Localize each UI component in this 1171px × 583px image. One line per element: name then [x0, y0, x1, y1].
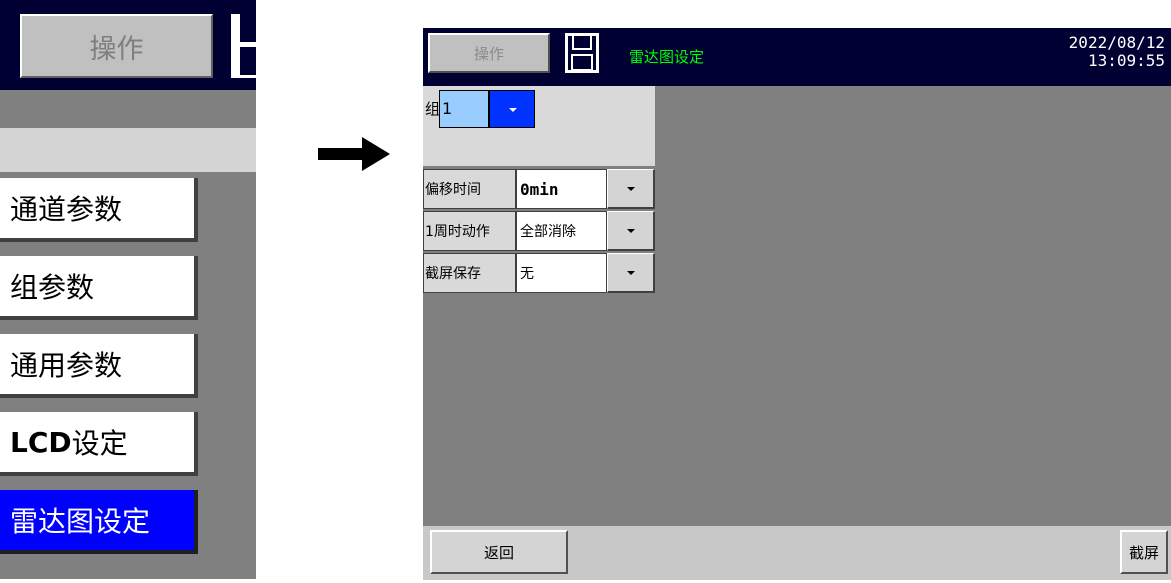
chevron-down-icon — [627, 229, 635, 233]
group-label: 组 — [425, 100, 441, 118]
offset-time-value[interactable]: 0min — [516, 169, 607, 209]
menu-label: 通道参数 — [10, 193, 123, 226]
time-text: 13:09:55 — [1087, 51, 1165, 70]
row-label: 1周时动作 — [423, 211, 516, 251]
zoomed-gray-band — [0, 128, 256, 172]
zoomed-operate-button[interactable]: 操作 — [20, 14, 213, 78]
menu-label: 雷达图设定 — [10, 505, 151, 538]
settings-row-screenshot-save: 截屏保存 无 — [423, 253, 655, 293]
menu-radar-settings-button[interactable]: 雷达图设定 — [0, 490, 198, 554]
menu-group-params-button[interactable]: 组参数 — [0, 256, 198, 320]
radar-settings-screen: 操作 雷达图设定 2022/08/12 13:09:55 组 1 偏移时间 0m… — [423, 28, 1171, 580]
menu-label: 组参数 — [10, 271, 95, 304]
zoomed-menu-panel: 操作 通道参数 组参数 通用参数 LCD 设定 雷达图设定 — [0, 0, 256, 579]
save-icon[interactable] — [231, 14, 256, 78]
save-icon[interactable] — [565, 33, 599, 73]
settings-row-cycle-action: 1周时动作 全部消除 — [423, 211, 655, 251]
screenshot-button[interactable]: 截屏 — [1120, 530, 1168, 574]
group-selector-area: 组 1 — [423, 86, 655, 166]
screen-title: 雷达图设定 — [629, 48, 705, 66]
cycle-action-dropdown-button[interactable] — [607, 211, 655, 251]
screenshot-save-dropdown-button[interactable] — [607, 253, 655, 293]
chevron-down-icon — [627, 271, 635, 275]
row-label: 偏移时间 — [423, 169, 516, 209]
row-label: 截屏保存 — [423, 253, 516, 293]
datetime-display: 2022/08/12 13:09:55 — [1069, 34, 1165, 70]
cycle-action-value[interactable]: 全部消除 — [516, 211, 607, 251]
screenshot-save-value[interactable]: 无 — [516, 253, 607, 293]
menu-general-params-button[interactable]: 通用参数 — [0, 334, 198, 398]
chevron-down-icon — [627, 187, 635, 191]
top-bar: 操作 雷达图设定 2022/08/12 13:09:55 — [423, 28, 1171, 86]
settings-row-offset-time: 偏移时间 0min — [423, 169, 655, 209]
menu-channel-params-button[interactable]: 通道参数 — [0, 178, 198, 242]
menu-label: 设定 — [71, 427, 128, 460]
right-arrow-icon — [318, 137, 390, 171]
date-text: 2022/08/12 — [1068, 33, 1165, 52]
group-dropdown-button[interactable] — [489, 90, 535, 128]
group-value-field[interactable]: 1 — [439, 90, 489, 128]
menu-label-lcd: LCD — [10, 425, 72, 459]
menu-label: 通用参数 — [10, 349, 123, 382]
menu-lcd-settings-button[interactable]: LCD 设定 — [0, 412, 198, 476]
chevron-down-icon — [509, 108, 517, 112]
bottom-bar: 返回 截屏 — [423, 525, 1171, 580]
operate-button[interactable]: 操作 — [428, 33, 550, 73]
offset-time-dropdown-button[interactable] — [607, 169, 655, 209]
back-button[interactable]: 返回 — [430, 530, 568, 574]
